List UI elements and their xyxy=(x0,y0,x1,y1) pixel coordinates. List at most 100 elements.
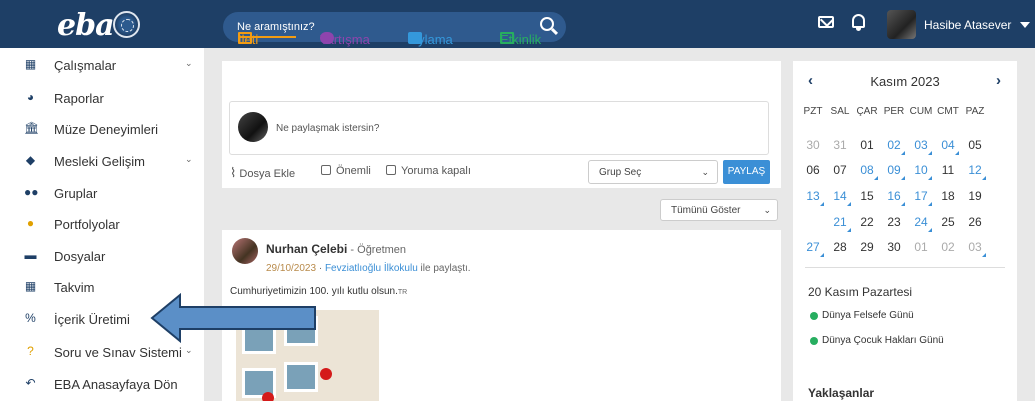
sidebar-item-muze[interactable]: 🏛︎ Müze Deneyimleri xyxy=(0,114,204,144)
calendar-day[interactable]: 18 xyxy=(935,184,961,208)
calendar-day[interactable]: 02 xyxy=(881,133,907,157)
sidebar-item-gruplar[interactable]: ●● Gruplar xyxy=(0,178,204,208)
calendar-day[interactable]: 28 xyxy=(827,235,853,259)
calendar-day[interactable]: 31 xyxy=(827,133,853,157)
calendar-day[interactable]: 12 xyxy=(962,158,988,182)
calendar-month: Kasım 2023 xyxy=(870,74,940,89)
author-name: Nurhan Çelebi xyxy=(266,242,348,256)
event-item[interactable]: Dünya Felsefe Günü xyxy=(822,310,914,321)
calendar-next-button[interactable]: › xyxy=(996,72,1001,89)
selected-date: 20 Kasım Pazartesi xyxy=(808,285,913,299)
user-menu-caret-icon[interactable] xyxy=(1020,22,1030,28)
mail-icon[interactable] xyxy=(818,16,834,28)
tab-label: Tartışma xyxy=(320,32,370,47)
heart-balloon xyxy=(320,368,332,380)
calendar-day-today[interactable]: 20 xyxy=(800,209,826,234)
calendar-day[interactable]: 11 xyxy=(935,158,961,182)
calendar-day[interactable]: 13 xyxy=(800,184,826,208)
upcoming-title: Yaklaşanlar xyxy=(808,386,875,400)
calendar-day[interactable]: 03 xyxy=(908,133,934,157)
calendar-day[interactable]: 09 xyxy=(881,158,907,182)
sidebar-item-portfolyolar[interactable]: ● Portfolyolar xyxy=(0,209,204,239)
weekday-label: SAL xyxy=(830,106,850,117)
calendar-day[interactable]: 01 xyxy=(854,133,880,157)
author-avatar[interactable] xyxy=(232,238,258,264)
pie-chart-icon: ◕ xyxy=(26,90,35,104)
sidebar-item-eba-anasayfa[interactable]: ↶ EBA Anasayfaya Dön xyxy=(0,369,204,399)
bell-icon[interactable] xyxy=(852,14,865,31)
annotation-arrow xyxy=(150,293,316,343)
calendar-day[interactable]: 16 xyxy=(881,184,907,208)
calendar-day[interactable]: 26 xyxy=(962,210,988,234)
calendar-day[interactable]: 25 xyxy=(935,210,961,234)
chevron-down-icon: ⌄ xyxy=(185,154,193,164)
calendar-day[interactable]: 30 xyxy=(800,133,826,157)
heart-balloon xyxy=(262,392,274,401)
sidebar-item-label: EBA Anasayfaya Dön xyxy=(54,377,178,392)
comments-closed-label: Yoruma kapalı xyxy=(401,165,471,177)
calendar-day[interactable]: 10 xyxy=(908,158,934,182)
sidebar-item-dosyalar[interactable]: ▬ Dosyalar xyxy=(0,241,204,271)
user-name[interactable]: Hasibe Atasever xyxy=(924,18,1011,32)
checkbox-icon xyxy=(386,165,396,175)
tab-label: İleti xyxy=(238,32,259,47)
calendar-day[interactable]: 17 xyxy=(908,184,934,208)
calendar-day[interactable]: 29 xyxy=(854,235,880,259)
calendar-day[interactable]: 06 xyxy=(800,158,826,182)
search-icon[interactable] xyxy=(540,17,554,31)
folder-icon: ▬ xyxy=(24,248,37,262)
author-role: - Öğretmen xyxy=(347,244,407,256)
attach-file-button[interactable]: ⌇ Dosya Ekle xyxy=(230,165,295,181)
chevron-down-icon: ⌄ xyxy=(185,345,193,355)
weekday-label: PZT xyxy=(803,106,823,117)
event-item[interactable]: Dünya Çocuk Hakları Günü xyxy=(822,335,944,346)
calendar-icon: ▦ xyxy=(24,279,37,293)
sidebar-item-mesleki[interactable]: ◆ Mesleki Gelişim ⌄ xyxy=(0,146,204,176)
graduation-cap-icon: ◆ xyxy=(25,153,36,167)
user-avatar[interactable] xyxy=(887,10,916,39)
calendar-day[interactable]: 02 xyxy=(935,235,961,259)
calendar-day[interactable]: 04 xyxy=(935,133,961,157)
active-tab-underline xyxy=(238,36,296,38)
weekday-label: PAZ xyxy=(965,106,985,117)
post-school-link[interactable]: Fevziatlıoğlu İlkokulu xyxy=(325,263,418,274)
post-author[interactable]: Nurhan Çelebi - Öğretmen xyxy=(266,242,406,256)
calendar-day[interactable]: 19 xyxy=(962,184,988,208)
calendar-day[interactable]: 08 xyxy=(854,158,880,182)
weekday-label: ÇAR xyxy=(856,106,878,117)
important-checkbox[interactable]: Önemli xyxy=(321,165,371,177)
comments-closed-checkbox[interactable]: Yoruma kapalı xyxy=(386,165,471,177)
sidebar-item-label: Raporlar xyxy=(54,91,104,106)
share-button[interactable]: PAYLAŞ xyxy=(723,160,770,184)
post-textarea[interactable]: Ne paylaşmak istersin? xyxy=(229,101,769,155)
sidebar-item-label: Portfolyolar xyxy=(54,217,120,232)
sidebar-item-raporlar[interactable]: ◕ Raporlar xyxy=(0,83,204,113)
calendar-day[interactable]: 01 xyxy=(908,235,934,259)
calendar-day[interactable]: 14 xyxy=(827,184,853,208)
sidebar-item-calismalar[interactable]: ▦ Çalışmalar ⌄ xyxy=(0,50,204,80)
group-select[interactable]: Grup Seç ⌄ xyxy=(588,160,718,184)
calendar-day[interactable]: 15 xyxy=(854,184,880,208)
important-label: Önemli xyxy=(336,165,371,177)
ministry-seal-logo xyxy=(113,11,140,38)
calendar-day[interactable]: 24 xyxy=(908,210,934,234)
calendar-day[interactable]: 05 xyxy=(962,133,988,157)
user-avatar xyxy=(238,112,268,142)
user-portfolio-icon: ● xyxy=(26,216,35,230)
event-dot xyxy=(810,312,818,320)
calendar-day[interactable]: 22 xyxy=(854,210,880,234)
sidebar-item-label: Dosyalar xyxy=(54,249,106,264)
back-icon: ↶ xyxy=(25,376,36,390)
calendar-day[interactable]: 21 xyxy=(827,210,853,234)
chevron-down-icon: ⌄ xyxy=(185,58,193,68)
calendar-day[interactable]: 27 xyxy=(800,235,826,259)
works-icon: ▦ xyxy=(24,57,37,71)
calendar-day[interactable]: 03 xyxy=(962,235,988,259)
attach-label: Dosya Ekle xyxy=(239,168,296,180)
calendar-day[interactable]: 30 xyxy=(881,235,907,259)
feed-filter-select[interactable]: Tümünü Göster ⌄ xyxy=(660,199,778,221)
calendar-day[interactable]: 23 xyxy=(881,210,907,234)
calendar-day[interactable]: 07 xyxy=(827,158,853,182)
eba-logo[interactable]: eba xyxy=(57,8,115,43)
filter-value: Tümünü Göster xyxy=(671,205,741,216)
